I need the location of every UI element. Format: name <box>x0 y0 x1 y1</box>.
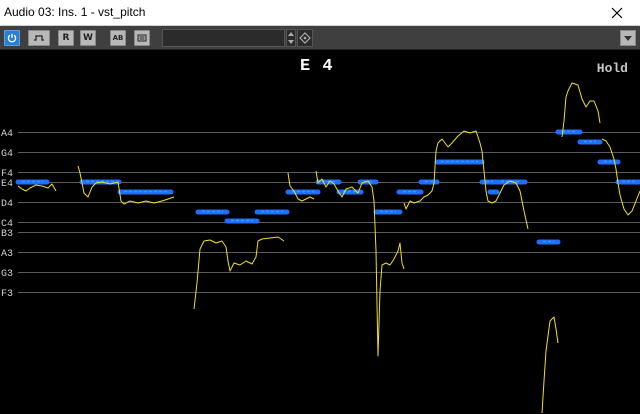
pitch-curve <box>17 183 57 192</box>
note-label-d4: D4 <box>1 199 13 210</box>
note-label-g3: G3 <box>1 269 13 280</box>
note-label-a4: A4 <box>1 129 13 140</box>
note-label-a3: A3 <box>1 249 13 260</box>
preset-menu-button[interactable] <box>297 29 313 47</box>
hold-mode-label: Hold <box>596 61 628 76</box>
chevron-down-icon <box>624 36 632 41</box>
pitch-curve <box>77 165 175 205</box>
read-automation-button[interactable]: R <box>58 30 74 46</box>
close-button[interactable] <box>594 0 640 26</box>
settings-menu-button[interactable] <box>620 30 636 46</box>
window-title: Audio 03: Ins. 1 - vst_pitch <box>4 5 146 19</box>
pitch-editor[interactable]: A4 G4 F4 E4 D4 C4 B3 A3 G3 F3 E 4 Hold <box>0 51 640 414</box>
plugin-toolbar: R W AB <box>0 26 640 50</box>
current-note-readout: E 4 <box>300 57 334 76</box>
note-label-g4: G4 <box>1 149 13 160</box>
pitch-curve <box>561 82 601 138</box>
preset-stepper[interactable] <box>286 29 296 47</box>
note-label-b3: B3 <box>1 229 13 240</box>
bypass-button[interactable] <box>28 30 50 46</box>
note-label-f3: F3 <box>1 289 13 300</box>
pitch-display: A4G4F4E4D4C4B3A3G3F3 <box>1 82 640 414</box>
write-automation-button[interactable]: W <box>80 30 96 46</box>
ab-compare-button[interactable]: AB <box>110 30 126 46</box>
preset-selector[interactable] <box>162 29 285 47</box>
power-icon <box>7 33 17 43</box>
close-icon <box>611 7 623 19</box>
pitch-curve <box>193 236 285 310</box>
up-down-arrows-icon <box>288 32 294 44</box>
preset-diamond-icon <box>299 32 311 44</box>
note-label-e4: E4 <box>1 179 13 190</box>
pitch-curve <box>287 172 315 202</box>
bypass-icon <box>34 35 44 41</box>
pitch-curve <box>601 138 640 216</box>
title-bar: Audio 03: Ins. 1 - vst_pitch <box>0 0 640 26</box>
power-button[interactable] <box>4 30 20 46</box>
pitch-curve <box>315 170 405 357</box>
copy-settings-button[interactable] <box>134 30 150 46</box>
copy-icon <box>137 34 147 42</box>
pitch-curve <box>541 316 559 414</box>
